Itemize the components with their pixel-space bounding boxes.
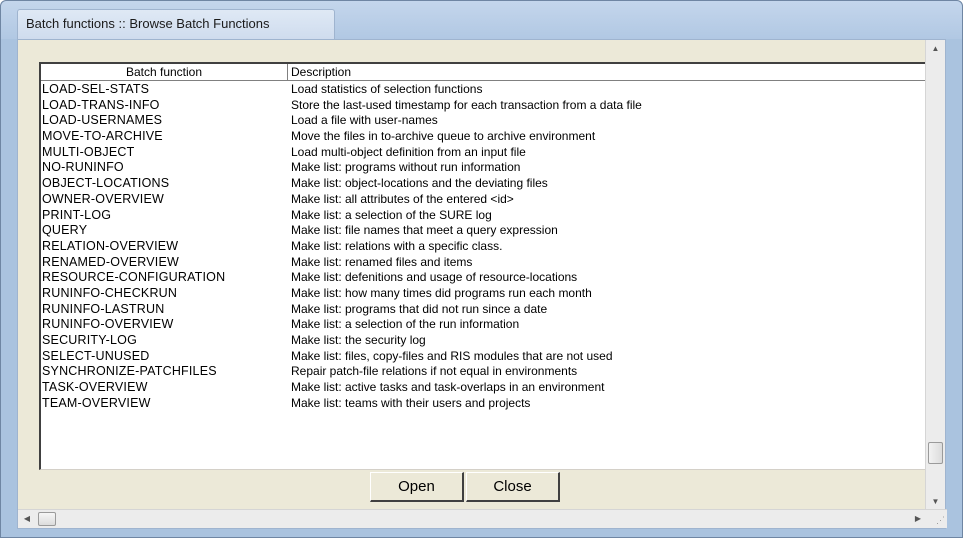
batch-function-cell: PRINT-LOG xyxy=(42,207,112,222)
table-row[interactable]: MULTI-OBJECT Load multi-object definition… xyxy=(41,144,935,161)
table-row[interactable]: OBJECT-LOCATIONS Make list: object-locati… xyxy=(41,176,935,192)
description-cell: Load multi-object definition from an inp… xyxy=(291,144,526,159)
window-title: Batch functions :: Browse Batch Function… xyxy=(26,16,270,31)
batch-function-cell: QUERY xyxy=(42,223,88,238)
batch-function-cell: RUNINFO-OVERVIEW xyxy=(42,317,174,332)
table-row[interactable]: NO-RUNINFO Make list: programs without ru… xyxy=(41,160,935,176)
table-row[interactable]: RUNINFO-LASTRUN Make list: programs that … xyxy=(41,301,935,318)
batch-function-cell: TEAM-OVERVIEW xyxy=(42,395,151,410)
batch-function-cell: RELATION-OVERVIEW xyxy=(42,238,179,253)
table-row[interactable]: RELATION-OVERVIEW Make list: relations wi… xyxy=(41,238,935,255)
table-row[interactable]: QUERY Make list: file names that meet a q… xyxy=(41,223,935,239)
vertical-scroll-thumb[interactable] xyxy=(928,442,943,464)
title-bar: Batch functions :: Browse Batch Function… xyxy=(1,1,962,39)
description-cell: Load a file with user-names xyxy=(291,113,438,128)
description-cell: Make list: the security log xyxy=(291,333,426,347)
description-cell: Move the files in to-archive queue to ar… xyxy=(291,129,596,144)
batch-function-cell: SECURITY-LOG xyxy=(42,333,138,347)
title-tab: Batch functions :: Browse Batch Function… xyxy=(17,9,335,39)
table-row[interactable]: RESOURCE-CONFIGURATION Make list: defenit… xyxy=(41,270,935,286)
table-row[interactable]: LOAD-SEL-STATS Load statistics of selecti… xyxy=(41,82,935,98)
close-button[interactable]: Close xyxy=(466,472,560,502)
description-cell: Make list: files, copy-files and RIS mod… xyxy=(291,348,613,363)
open-button[interactable]: Open xyxy=(370,472,464,502)
description-cell: Make list: a selection of the SURE log xyxy=(291,207,492,222)
table-row[interactable]: RUNINFO-OVERVIEW Make list: a selection o… xyxy=(41,317,935,333)
batch-function-cell: MOVE-TO-ARCHIVE xyxy=(42,129,163,144)
description-cell: Store the last-used timestamp for each t… xyxy=(291,97,642,112)
table-row[interactable]: SECURITY-LOG Make list: the security log xyxy=(41,333,935,349)
resize-grip-icon[interactable]: ⋰ xyxy=(931,513,945,527)
batch-function-cell: OBJECT-LOCATIONS xyxy=(42,176,170,191)
vertical-scrollbar[interactable]: ▲ ▼ xyxy=(925,40,945,511)
description-cell: Make list: programs without run informat… xyxy=(291,160,521,175)
batch-function-cell: LOAD-TRANS-INFO xyxy=(42,97,160,112)
batch-function-table: Batch function Description LOAD-SEL-STAT… xyxy=(39,62,936,470)
table-row[interactable]: SELECT-UNUSED Make list: files, copy-file… xyxy=(41,348,935,365)
description-cell: Make list: object-locations and the devi… xyxy=(291,176,548,191)
scroll-left-arrow-icon[interactable]: ◀ xyxy=(18,510,36,528)
scroll-up-arrow-icon[interactable]: ▲ xyxy=(926,40,945,58)
description-cell: Make list: programs that did not run sin… xyxy=(291,301,548,316)
horizontal-scroll-thumb[interactable] xyxy=(38,512,56,526)
description-cell: Make list: a selection of the run inform… xyxy=(291,317,520,332)
batch-function-cell: SYNCHRONIZE-PATCHFILES xyxy=(42,364,217,379)
batch-function-cell: RUNINFO-CHECKRUN xyxy=(42,285,178,300)
table-row[interactable]: LOAD-TRANS-INFO Store the last-used times… xyxy=(41,97,935,114)
description-cell: Make list: file names that meet a query … xyxy=(291,223,558,238)
batch-function-cell: RESOURCE-CONFIGURATION xyxy=(42,270,226,285)
batch-function-cell: RENAMED-OVERVIEW xyxy=(42,254,180,269)
batch-function-cell: MULTI-OBJECT xyxy=(42,144,135,159)
description-cell: Make list: teams with their users and pr… xyxy=(291,395,531,410)
table-row[interactable]: SYNCHRONIZE-PATCHFILES Repair patch-file … xyxy=(41,364,935,380)
description-cell: Make list: all attributes of the entered… xyxy=(291,191,514,206)
batch-function-cell: NO-RUNINFO xyxy=(42,160,124,175)
description-cell: Make list: relations with a specific cla… xyxy=(291,238,503,253)
batch-functions-window: Batch functions :: Browse Batch Function… xyxy=(0,0,963,538)
batch-function-cell: LOAD-USERNAMES xyxy=(42,113,163,128)
table-header: Batch function Description xyxy=(41,64,935,81)
column-header-batch-function[interactable]: Batch function xyxy=(41,64,288,81)
table-row[interactable]: LOAD-USERNAMES Load a file with user-name… xyxy=(41,113,935,129)
description-cell: Repair patch-file relations if not equal… xyxy=(291,364,578,379)
table-row[interactable]: RUNINFO-CHECKRUN Make list: how many time… xyxy=(41,285,935,302)
batch-function-cell: OWNER-OVERVIEW xyxy=(42,191,165,206)
description-cell: Make list: defenitions and usage of reso… xyxy=(291,270,578,285)
scroll-right-arrow-icon[interactable]: ▶ xyxy=(909,510,927,528)
batch-function-cell: RUNINFO-LASTRUN xyxy=(42,301,165,316)
table-row[interactable]: PRINT-LOG Make list: a selection of the S… xyxy=(41,207,935,224)
column-header-description[interactable]: Description xyxy=(288,64,935,81)
client-area: Batch function Description LOAD-SEL-STAT… xyxy=(17,39,947,529)
batch-function-cell: SELECT-UNUSED xyxy=(42,348,150,363)
table-row[interactable]: RENAMED-OVERVIEW Make list: renamed files… xyxy=(41,254,935,271)
table-row[interactable]: TASK-OVERVIEW Make list: active tasks and… xyxy=(41,380,935,396)
description-cell: Make list: renamed files and items xyxy=(291,254,473,269)
table-body: LOAD-SEL-STATS Load statistics of selecti… xyxy=(41,82,935,412)
table-row[interactable]: OWNER-OVERVIEW Make list: all attributes … xyxy=(41,191,935,208)
description-cell: Make list: how many times did programs r… xyxy=(291,285,592,300)
description-cell: Load statistics of selection functions xyxy=(291,82,483,96)
batch-function-cell: TASK-OVERVIEW xyxy=(42,380,148,395)
horizontal-scrollbar[interactable]: ◀ ▶ ⋰ xyxy=(18,509,947,528)
description-cell: Make list: active tasks and task-overlap… xyxy=(291,380,605,395)
batch-function-cell: LOAD-SEL-STATS xyxy=(42,82,150,96)
table-row[interactable]: MOVE-TO-ARCHIVE Move the files in to-arch… xyxy=(41,129,935,145)
table-row[interactable]: TEAM-OVERVIEW Make list: teams with their… xyxy=(41,395,935,412)
